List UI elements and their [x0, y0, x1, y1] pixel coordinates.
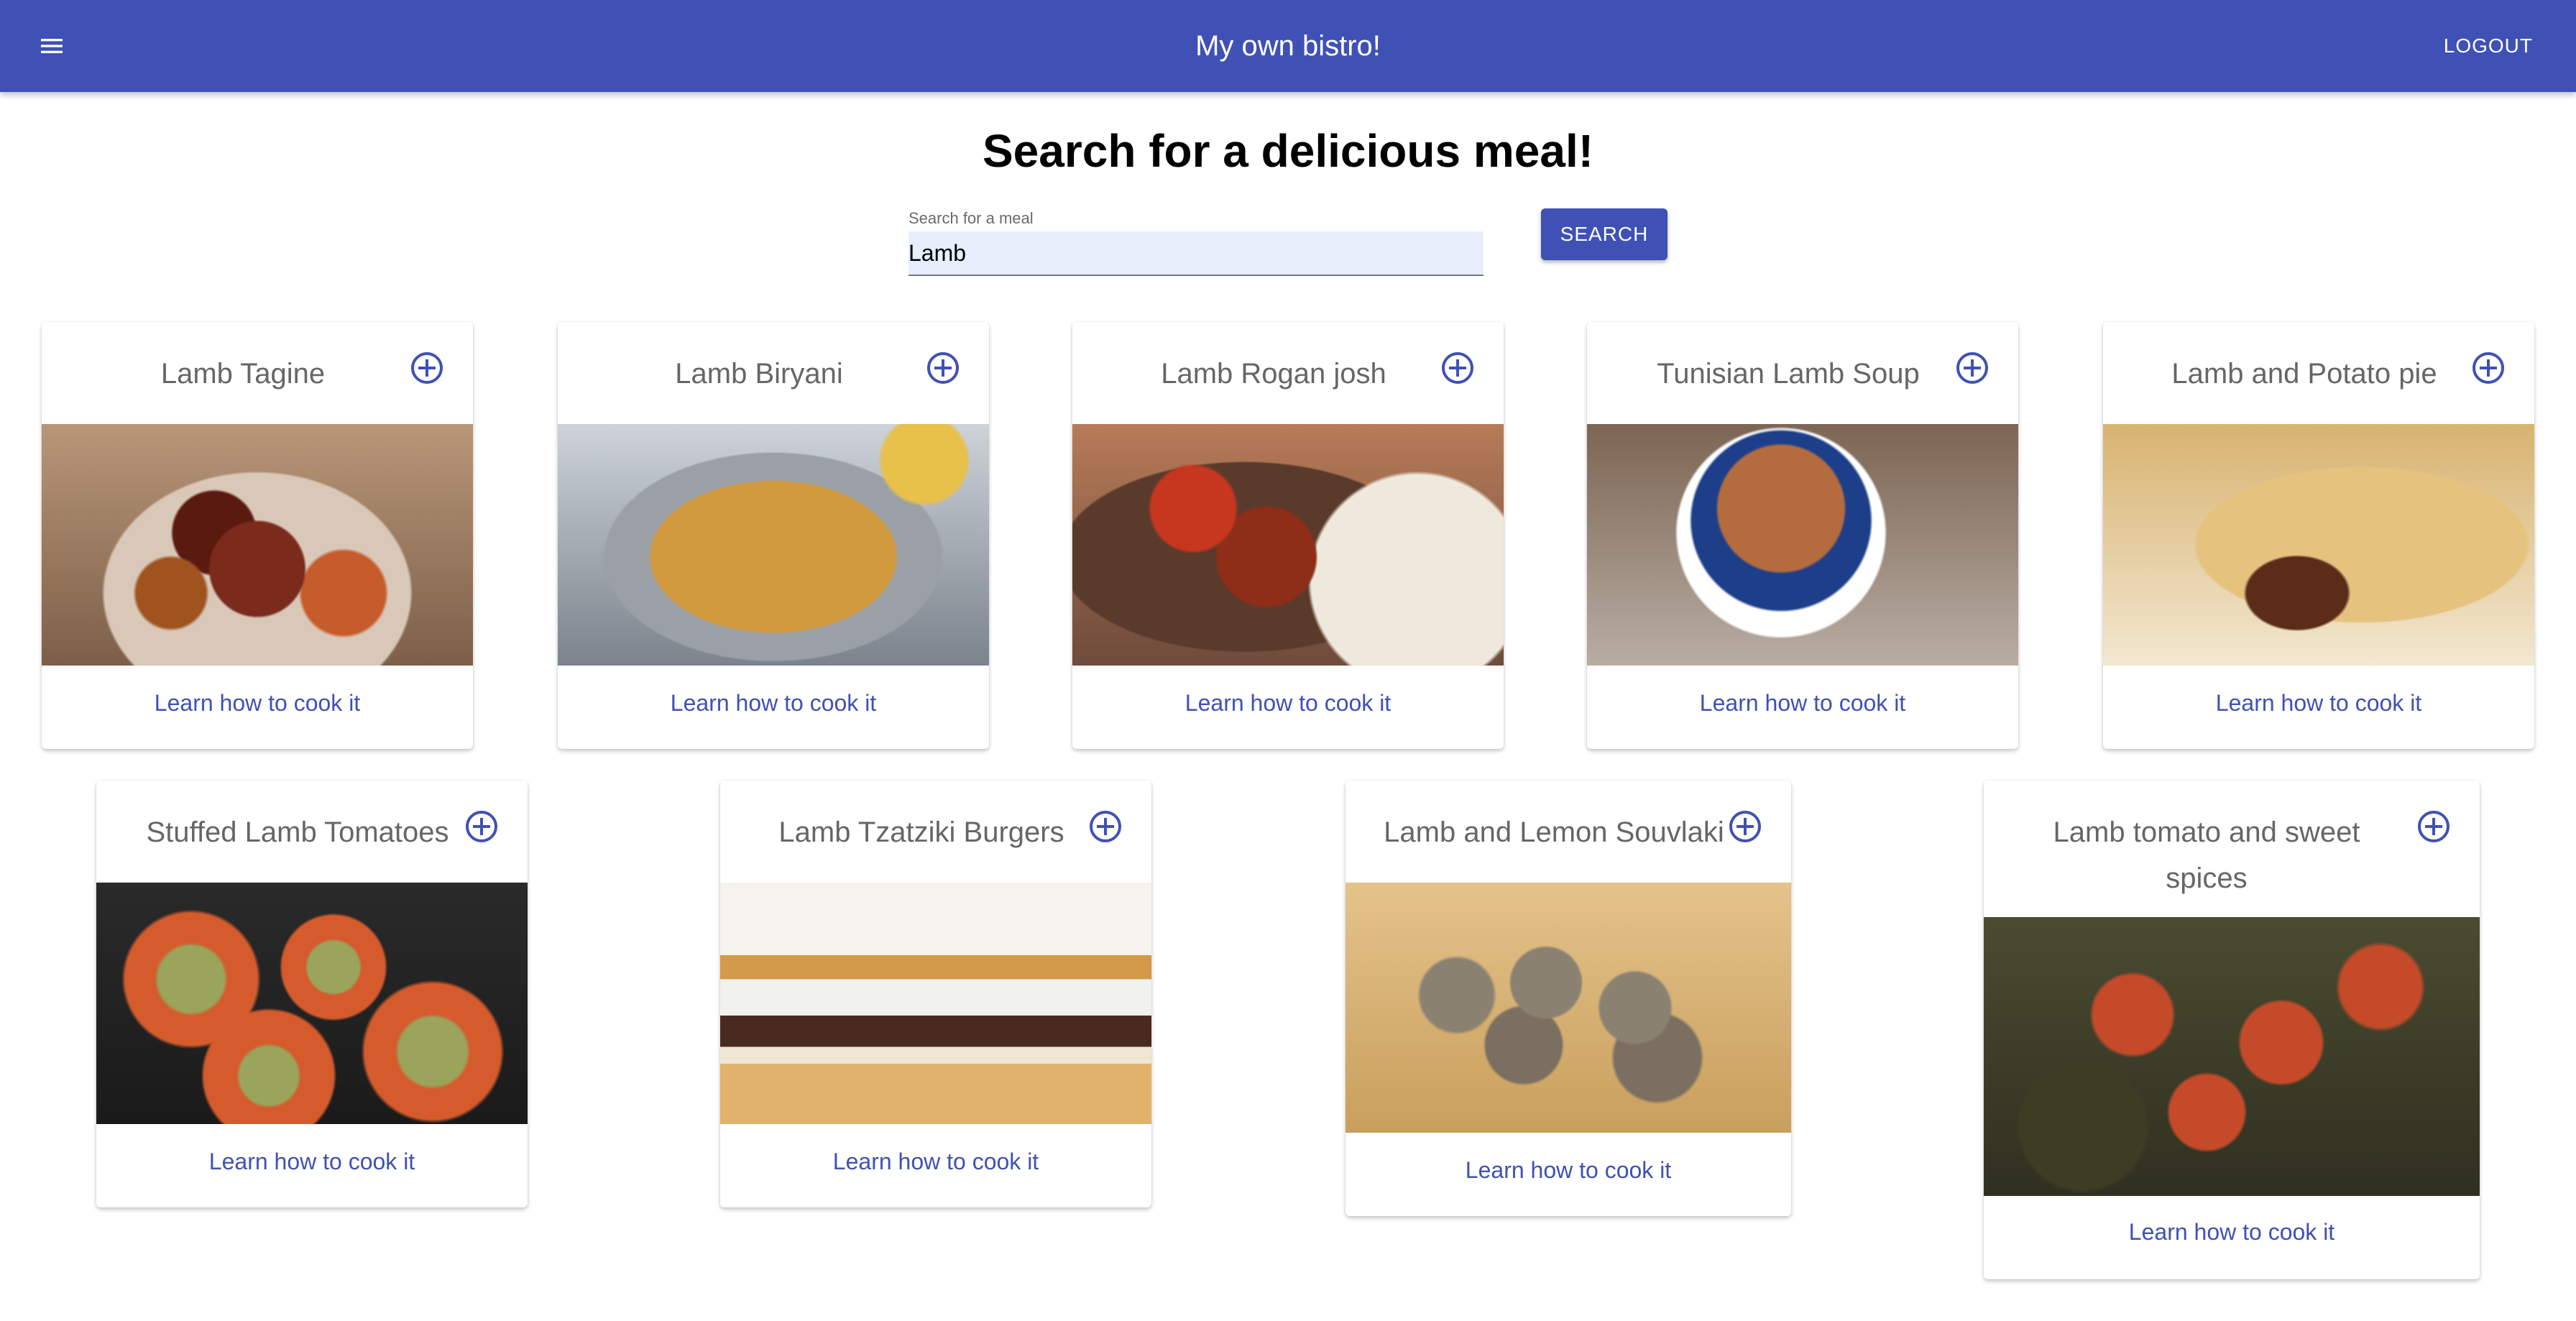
meal-image: [1072, 424, 1504, 666]
meal-title: Lamb and Lemon Souvlaki: [1384, 816, 1724, 848]
add-circle-icon[interactable]: [1728, 809, 1762, 844]
search-label: Search for a meal: [908, 209, 1034, 227]
meal-card: Lamb Rogan josh Learn how to cook it: [1072, 322, 1504, 749]
meal-image: [1587, 424, 2018, 666]
learn-link[interactable]: Learn how to cook it: [1984, 1216, 2480, 1248]
meal-title: Tunisian Lamb Soup: [1657, 358, 1920, 390]
lamb-tzatziki-burgers-photo: [720, 883, 1151, 1124]
learn-link[interactable]: Learn how to cook it: [42, 687, 473, 719]
meal-title: Lamb tomato and sweet spices: [2053, 816, 2360, 894]
meal-card: Lamb and Potato pie Learn how to cook it: [2103, 322, 2534, 749]
add-circle-icon[interactable]: [410, 351, 444, 385]
lamb-biryani-photo: [558, 424, 989, 666]
app-bar: My own bistro! LOGOUT: [0, 0, 2576, 92]
lamb-tomato-sweet-spices-photo: [1984, 917, 2480, 1196]
meal-image: [2103, 424, 2534, 666]
tunisian-lamb-soup-photo: [1587, 424, 2018, 666]
meal-image: [96, 883, 528, 1124]
meal-image: [1346, 883, 1791, 1133]
learn-link[interactable]: Learn how to cook it: [2103, 687, 2534, 719]
meal-image: [720, 883, 1151, 1124]
meal-title: Stuffed Lamb Tomatoes: [146, 816, 449, 848]
app-title: My own bistro!: [1195, 30, 1381, 62]
search-input[interactable]: [908, 231, 1484, 276]
learn-link[interactable]: Learn how to cook it: [96, 1146, 528, 1177]
meal-title: Lamb and Potato pie: [2171, 358, 2437, 390]
add-circle-icon[interactable]: [1088, 809, 1123, 844]
search-field: Search for a meal: [908, 208, 1484, 277]
meal-title: Lamb Rogan josh: [1161, 358, 1386, 390]
meal-title: Lamb Tagine: [160, 358, 326, 390]
add-circle-icon[interactable]: [926, 351, 960, 385]
meal-card: Lamb tomato and sweet spices Learn how t…: [1984, 781, 2480, 1279]
add-circle-icon[interactable]: [1440, 351, 1475, 385]
stuffed-lamb-tomatoes-photo: [96, 883, 528, 1124]
add-circle-icon[interactable]: [2471, 351, 2506, 385]
meal-image: [558, 424, 989, 666]
search-button[interactable]: SEARCH: [1541, 208, 1668, 260]
add-circle-icon[interactable]: [464, 809, 499, 844]
meal-card: Lamb and Lemon Souvlaki Learn how to coo…: [1346, 781, 1791, 1216]
meal-title: Lamb Biryani: [675, 358, 843, 390]
add-circle-icon[interactable]: [2416, 809, 2451, 844]
lamb-tagine-photo: [42, 424, 473, 666]
meal-card: Tunisian Lamb Soup Learn how to cook it: [1587, 322, 2018, 749]
learn-link[interactable]: Learn how to cook it: [1587, 687, 2018, 719]
lamb-potato-pie-photo: [2103, 424, 2534, 666]
meal-title: Lamb Tzatziki Burgers: [778, 816, 1064, 848]
add-circle-icon[interactable]: [1955, 351, 1990, 385]
lamb-lemon-souvlaki-photo: [1346, 883, 1791, 1133]
page-title: Search for a delicious meal!: [982, 125, 1594, 177]
meal-image: [1984, 917, 2480, 1196]
learn-link[interactable]: Learn how to cook it: [1072, 687, 1504, 719]
learn-link[interactable]: Learn how to cook it: [1346, 1154, 1791, 1186]
meal-card: Lamb Tagine Learn how to cook it: [42, 322, 473, 749]
logout-button[interactable]: LOGOUT: [2444, 30, 2533, 62]
learn-link[interactable]: Learn how to cook it: [558, 687, 989, 719]
meal-card: Stuffed Lamb Tomatoes Learn how to cook …: [96, 781, 528, 1207]
meal-card: Lamb Biryani Learn how to cook it: [558, 322, 989, 749]
learn-link[interactable]: Learn how to cook it: [720, 1146, 1151, 1177]
lamb-rogan-josh-photo: [1072, 424, 1504, 666]
meal-image: [42, 424, 473, 666]
meal-card: Lamb Tzatziki Burgers Learn how to cook …: [720, 781, 1151, 1207]
